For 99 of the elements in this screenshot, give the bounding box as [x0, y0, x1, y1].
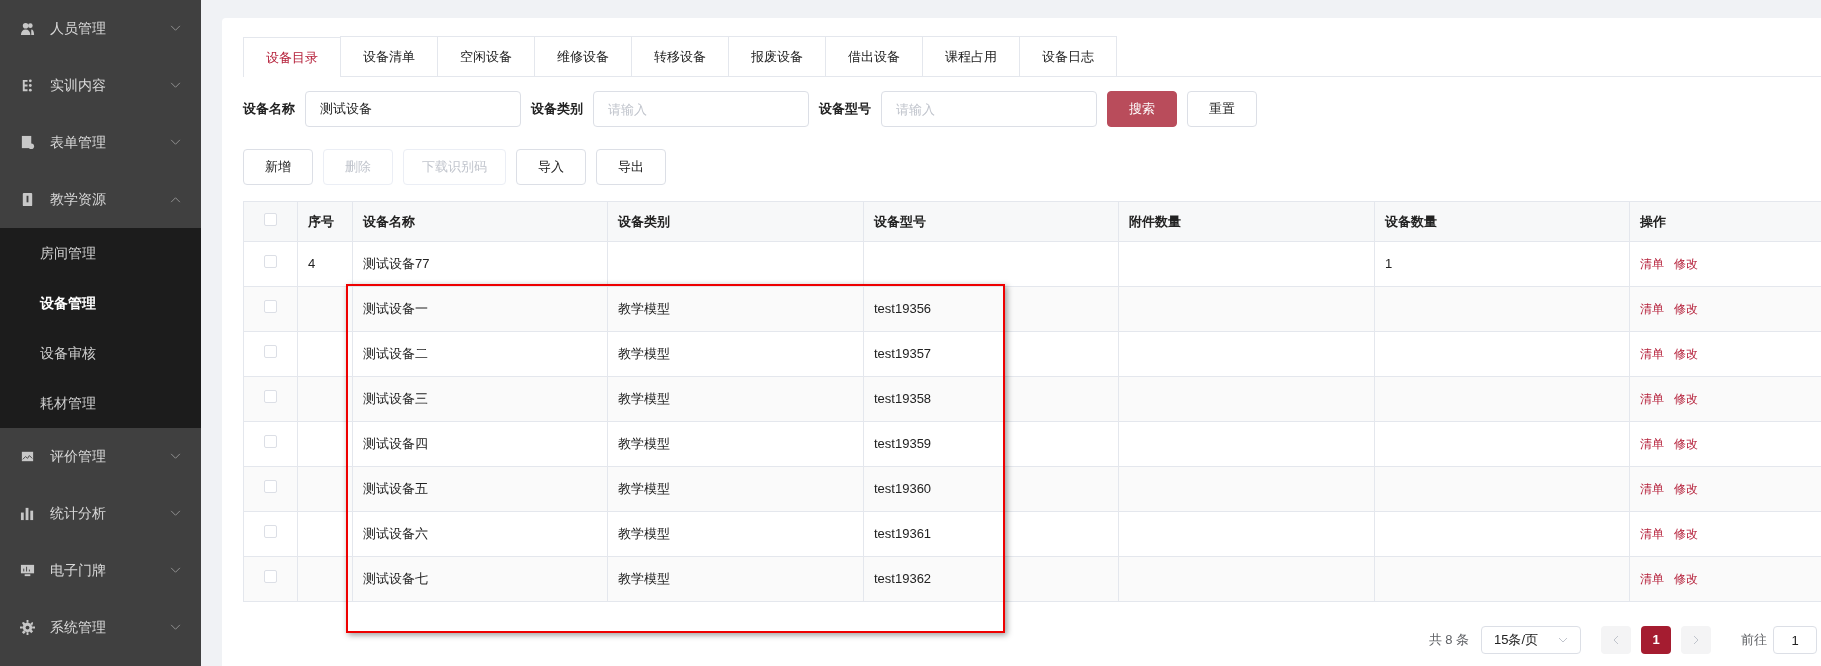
- submenu-item[interactable]: 设备管理: [40, 292, 96, 314]
- checkbox[interactable]: [264, 212, 277, 226]
- table-cell: 测试设备一: [363, 301, 428, 317]
- tab[interactable]: 设备日志: [1019, 36, 1117, 76]
- table-cell: 教学模型: [618, 346, 670, 362]
- toolbar-button[interactable]: 新增: [243, 149, 313, 185]
- action-link[interactable]: 清单: [1640, 392, 1664, 407]
- table-cell: 测试设备四: [363, 436, 428, 452]
- page-button[interactable]: 1: [1641, 626, 1671, 654]
- action-link[interactable]: 清单: [1640, 302, 1664, 317]
- action-link[interactable]: 清单: [1640, 257, 1664, 272]
- action-link[interactable]: 修改: [1674, 572, 1698, 587]
- checkbox[interactable]: [264, 525, 277, 539]
- action-link[interactable]: 修改: [1674, 257, 1698, 272]
- submenu-item[interactable]: 耗材管理: [40, 392, 96, 414]
- action-link[interactable]: 修改: [1674, 392, 1698, 407]
- menu-item[interactable]: 表单管理: [0, 114, 201, 171]
- column-header: 附件数量: [1129, 213, 1181, 229]
- menu-item[interactable]: 教学资源: [0, 171, 201, 228]
- table-cell: 测试设备六: [363, 526, 428, 542]
- input-field[interactable]: 测试设备: [305, 91, 521, 127]
- table-cell: test19356: [874, 301, 932, 317]
- table-cell: test19358: [874, 391, 932, 407]
- checkbox[interactable]: [264, 255, 277, 269]
- table-cell: 教学模型: [618, 436, 670, 452]
- gear-icon: [20, 620, 35, 635]
- table-cell: 教学模型: [618, 571, 670, 587]
- submenu-item[interactable]: 设备审核: [40, 342, 96, 364]
- action-link[interactable]: 修改: [1674, 527, 1698, 542]
- table-cell: 教学模型: [618, 481, 670, 497]
- chevron-right-icon: [1693, 635, 1699, 645]
- action-link[interactable]: 修改: [1674, 302, 1698, 317]
- table-cell: 1: [1385, 256, 1393, 272]
- book-icon: [20, 192, 35, 207]
- input-field[interactable]: 请输入: [593, 91, 809, 127]
- checkbox[interactable]: [264, 570, 277, 584]
- column-header: 设备数量: [1385, 213, 1437, 229]
- picture-icon: [20, 449, 35, 464]
- toolbar-button[interactable]: 导出: [596, 149, 666, 185]
- menu-item[interactable]: 实训内容: [0, 57, 201, 114]
- next-page-button[interactable]: [1681, 626, 1711, 654]
- monitor-icon: [20, 563, 35, 578]
- column-header: 操作: [1640, 213, 1666, 229]
- field-label: 设备名称: [243, 100, 295, 119]
- search-button[interactable]: 搜索: [1107, 91, 1177, 127]
- action-link[interactable]: 清单: [1640, 437, 1664, 452]
- table-cell: 测试设备二: [363, 346, 428, 362]
- action-link[interactable]: 清单: [1640, 482, 1664, 497]
- menu-item[interactable]: 电子门牌: [0, 542, 201, 599]
- table-cell: 教学模型: [618, 526, 670, 542]
- reset-button[interactable]: 重置: [1187, 91, 1257, 127]
- chevron-icon: [1558, 637, 1568, 643]
- column-header: 序号: [308, 213, 334, 229]
- table-cell: test19361: [874, 526, 932, 542]
- table-cell: test19359: [874, 436, 932, 452]
- table-cell: 教学模型: [618, 301, 670, 317]
- table-cell: 测试设备七: [363, 571, 428, 587]
- menu-item[interactable]: 系统管理: [0, 599, 201, 656]
- action-link[interactable]: 修改: [1674, 437, 1698, 452]
- column-header: 设备名称: [363, 213, 415, 229]
- goto-label: 前往: [1741, 631, 1767, 650]
- tree-icon: [20, 78, 35, 93]
- action-link[interactable]: 清单: [1640, 347, 1664, 362]
- users-icon: [20, 21, 35, 36]
- field-label: 设备型号: [819, 100, 871, 119]
- table-cell: test19357: [874, 346, 932, 362]
- checkbox[interactable]: [264, 390, 277, 404]
- page-input[interactable]: 1: [1773, 626, 1817, 654]
- field-label: 设备类别: [531, 100, 583, 119]
- toolbar-button[interactable]: 导入: [516, 149, 586, 185]
- chevron-left-icon: [1613, 635, 1619, 645]
- checkbox[interactable]: [264, 345, 277, 359]
- table-cell: 测试设备77: [363, 256, 430, 272]
- action-link[interactable]: 清单: [1640, 572, 1664, 587]
- submenu-item[interactable]: 房间管理: [40, 242, 96, 264]
- table-cell: 4: [308, 256, 316, 272]
- tab[interactable]: 设备目录: [243, 37, 341, 77]
- total-count: 共 8 条: [1428, 631, 1469, 650]
- checkbox[interactable]: [264, 435, 277, 449]
- menu-item[interactable]: 评价管理: [0, 428, 201, 485]
- bar-chart-icon: [20, 506, 35, 521]
- table-cell: 教学模型: [618, 391, 670, 407]
- previous-page-button[interactable]: [1601, 626, 1631, 654]
- menu-item[interactable]: 人员管理: [0, 0, 201, 57]
- action-link[interactable]: 修改: [1674, 482, 1698, 497]
- column-header: 设备类别: [618, 213, 670, 229]
- checkbox[interactable]: [264, 480, 277, 494]
- table-cell: 测试设备三: [363, 391, 428, 407]
- input-field[interactable]: 请输入: [881, 91, 1097, 127]
- table-cell: test19360: [874, 481, 932, 497]
- action-link[interactable]: 清单: [1640, 527, 1664, 542]
- column-header: 设备型号: [874, 213, 926, 229]
- form-icon: [20, 135, 35, 150]
- action-link[interactable]: 修改: [1674, 347, 1698, 362]
- checkbox[interactable]: [264, 300, 277, 314]
- table-cell: 测试设备五: [363, 481, 428, 497]
- page-size-select[interactable]: 15条/页: [1481, 626, 1581, 654]
- menu-item[interactable]: 统计分析: [0, 485, 201, 542]
- table-cell: test19362: [874, 571, 932, 587]
